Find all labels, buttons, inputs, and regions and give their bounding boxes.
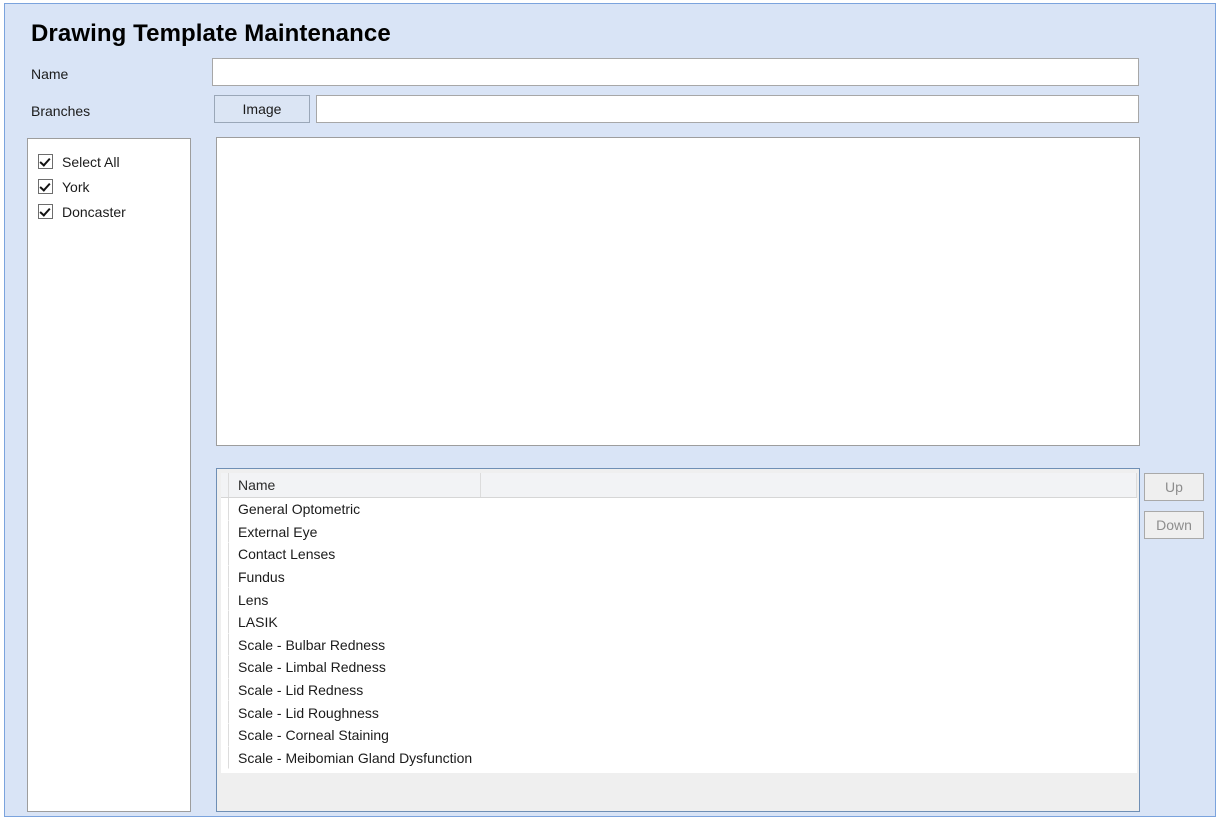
page-title: Drawing Template Maintenance	[31, 20, 391, 47]
grid-header-blank[interactable]	[481, 473, 1137, 497]
row-name: Contact Lenses	[238, 546, 336, 563]
row-name: General Optometric	[238, 501, 361, 518]
template-grid-panel: Name General Optometric External Eye Con…	[216, 468, 1140, 812]
move-up-button[interactable]: Up	[1144, 473, 1204, 501]
checkbox-icon[interactable]	[38, 154, 53, 169]
grid-body: General Optometric External Eye Contact …	[221, 498, 1137, 770]
template-preview-canvas[interactable]	[216, 137, 1140, 446]
table-row[interactable]: Fundus	[221, 565, 1137, 589]
row-handle[interactable]	[221, 723, 229, 747]
row-handle[interactable]	[221, 633, 229, 657]
checkbox-icon[interactable]	[38, 204, 53, 219]
grid-header-rowhandle	[221, 473, 229, 497]
grid-header-name[interactable]: Name	[229, 473, 481, 497]
drawing-template-maintenance-panel: Drawing Template Maintenance Name Branch…	[4, 3, 1216, 817]
row-handle[interactable]	[221, 543, 229, 566]
branch-checkbox-label: York	[62, 178, 90, 195]
branch-checkbox-row[interactable]: Doncaster	[28, 199, 190, 224]
row-handle[interactable]	[221, 610, 229, 634]
table-row[interactable]: Scale - Lid Redness	[221, 678, 1137, 702]
row-name: Fundus	[238, 569, 285, 586]
branches-checkbox-panel: Select All York Doncaster	[27, 138, 191, 812]
row-handle[interactable]	[221, 701, 229, 724]
move-down-button[interactable]: Down	[1144, 511, 1204, 539]
row-name: Scale - Limbal Redness	[238, 659, 386, 676]
branch-checkbox-label: Select All	[62, 153, 120, 170]
template-grid: Name General Optometric External Eye Con…	[221, 473, 1137, 773]
table-row[interactable]: LASIK	[221, 610, 1137, 634]
table-row[interactable]: Contact Lenses	[221, 543, 1137, 566]
name-input[interactable]	[212, 58, 1139, 86]
screen: Drawing Template Maintenance Name Branch…	[0, 0, 1222, 822]
row-name: External Eye	[238, 523, 318, 540]
row-handle[interactable]	[221, 565, 229, 589]
image-path-input[interactable]	[316, 95, 1139, 123]
name-label: Name	[31, 66, 69, 82]
row-name: Scale - Lid Redness	[238, 682, 364, 699]
grid-header-row: Name	[221, 473, 1137, 498]
row-name: Scale - Bulbar Redness	[238, 636, 386, 653]
checkbox-icon[interactable]	[38, 179, 53, 194]
row-name: Scale - Meibomian Gland Dysfunction	[238, 749, 473, 766]
branch-checkbox-row[interactable]: York	[28, 174, 190, 199]
table-row[interactable]: Scale - Lid Roughness	[221, 701, 1137, 724]
table-row[interactable]: Scale - Meibomian Gland Dysfunction	[221, 746, 1137, 770]
row-handle[interactable]	[221, 498, 229, 521]
row-handle[interactable]	[221, 588, 229, 611]
table-row[interactable]: Scale - Corneal Staining	[221, 723, 1137, 747]
table-row[interactable]: Scale - Bulbar Redness	[221, 633, 1137, 657]
row-handle[interactable]	[221, 520, 229, 544]
table-row[interactable]: Scale - Limbal Redness	[221, 656, 1137, 679]
row-handle[interactable]	[221, 746, 229, 770]
row-name: LASIK	[238, 614, 278, 631]
branch-checkbox-row[interactable]: Select All	[28, 149, 190, 174]
row-name: Scale - Corneal Staining	[238, 727, 389, 744]
row-name: Lens	[238, 591, 269, 608]
table-row[interactable]: Lens	[221, 588, 1137, 611]
branch-checkbox-label: Doncaster	[62, 203, 126, 220]
row-handle[interactable]	[221, 656, 229, 679]
image-button[interactable]: Image	[214, 95, 310, 123]
row-name: Scale - Lid Roughness	[238, 704, 379, 721]
table-row[interactable]: General Optometric	[221, 498, 1137, 521]
table-row[interactable]: External Eye	[221, 520, 1137, 544]
branches-label: Branches	[31, 103, 91, 119]
row-handle[interactable]	[221, 678, 229, 702]
